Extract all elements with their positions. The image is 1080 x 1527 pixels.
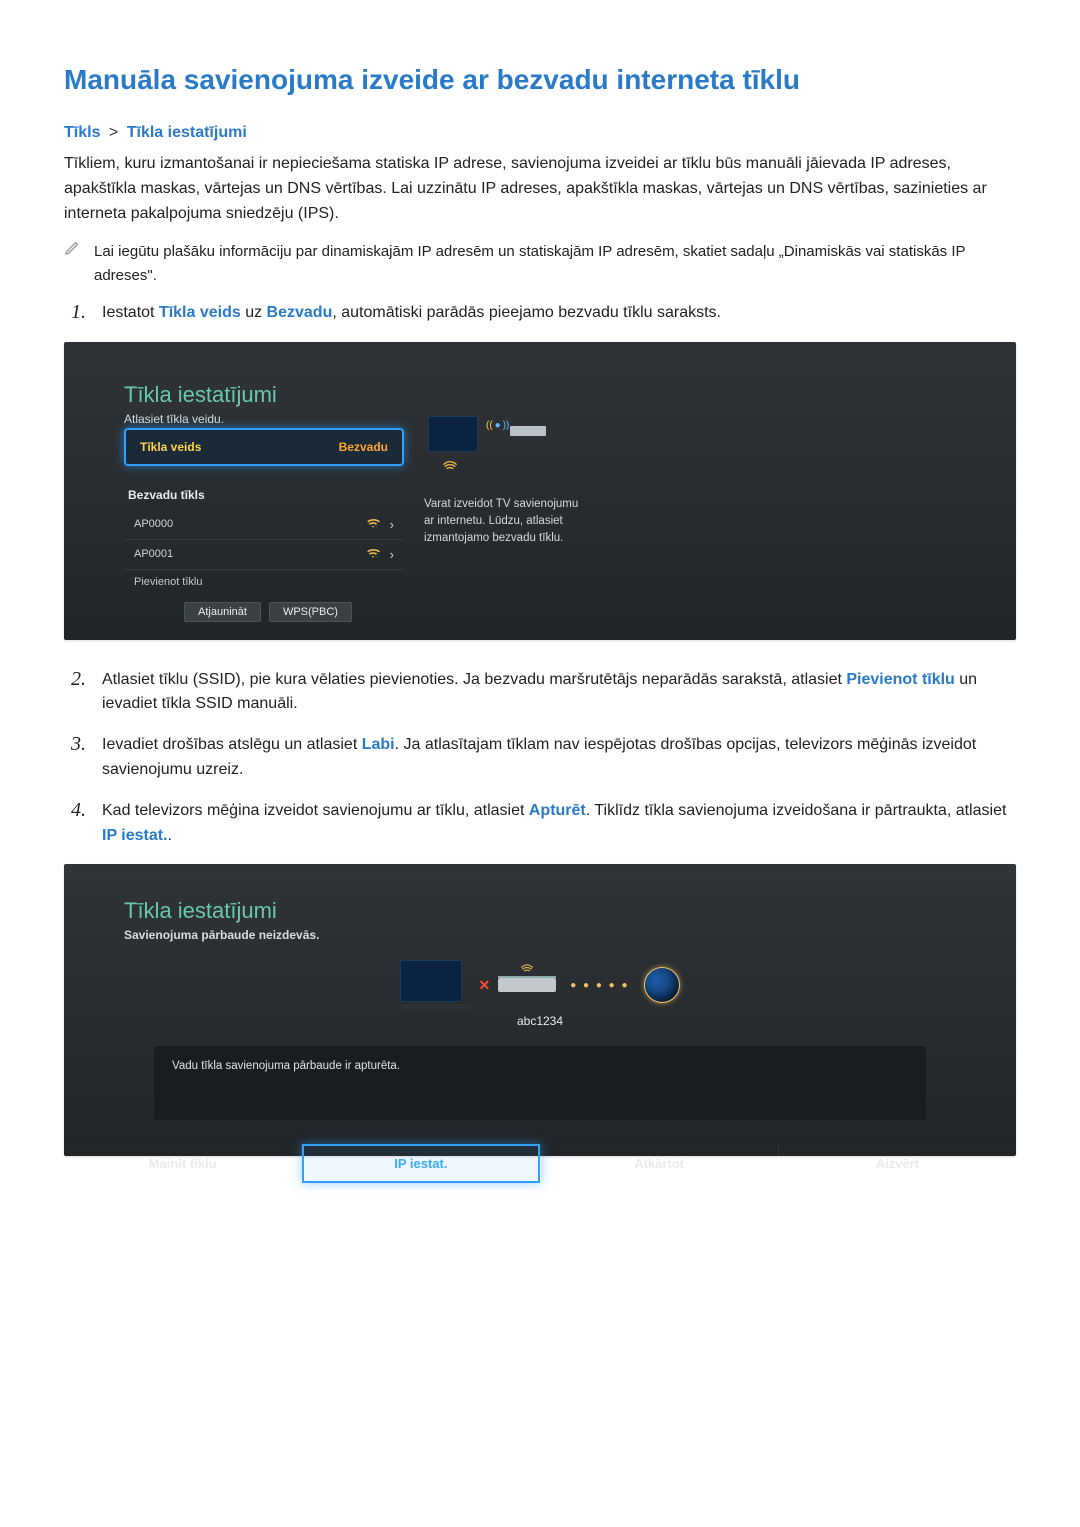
term-apturet: Apturēt xyxy=(529,802,586,819)
wifi-row[interactable]: AP0001 › xyxy=(124,540,404,570)
ip-settings-button[interactable]: IP iestat. xyxy=(302,1144,540,1183)
pencil-icon xyxy=(64,240,80,261)
panel1-title: Tīkla iestatījumi xyxy=(124,382,956,408)
connection-dots-icon: ● ● ● ● ● xyxy=(570,980,629,991)
step-number-3: 3. xyxy=(64,733,86,756)
connection-diagram: ((●)) xyxy=(424,412,604,478)
wifi-lock-icon xyxy=(366,546,380,563)
retry-button[interactable]: Atkārtot xyxy=(541,1144,779,1183)
step-number-1: 1. xyxy=(64,301,86,324)
term-tikla-veids: Tīkla veids xyxy=(159,304,241,321)
x-fail-icon: ✕ xyxy=(478,977,490,994)
close-button[interactable]: Aizvērt xyxy=(779,1144,1016,1183)
wifi-lock-icon xyxy=(366,516,380,533)
breadcrumb-sep: > xyxy=(109,124,118,141)
breadcrumb: Tīkls > Tīkla iestatījumi xyxy=(64,124,1016,142)
term-ip-iestat: IP iestat. xyxy=(102,827,168,844)
change-network-button[interactable]: Mainīt tīklu xyxy=(64,1144,302,1183)
globe-icon xyxy=(644,967,680,1003)
router-icon xyxy=(510,426,546,436)
network-type-field[interactable]: Tīkla veids Bezvadu xyxy=(124,428,404,466)
panel2-title: Tīkla iestatījumi xyxy=(124,898,956,924)
term-pievienot-tiklu: Pievienot tīklu xyxy=(846,671,954,688)
term-bezvadu: Bezvadu xyxy=(267,304,333,321)
add-network-row[interactable]: Pievienot tīklu xyxy=(124,570,404,594)
note-text: Lai iegūtu plašāku informāciju par dinam… xyxy=(94,240,1016,287)
intro-text: Tīkliem, kuru izmantošanai ir nepiecieša… xyxy=(64,152,1016,226)
wifi-row[interactable]: AP0000 › xyxy=(124,510,404,540)
wifi-ssid: AP0000 xyxy=(134,518,173,530)
term-labi: Labi xyxy=(362,736,395,753)
chevron-right-icon: › xyxy=(390,517,394,532)
connection-status-diagram: ✕ ● ● ● ● ● xyxy=(124,960,956,1010)
status-message: Vadu tīkla savienojuma pārbaude ir aptur… xyxy=(154,1046,926,1120)
breadcrumb-a: Tīkls xyxy=(64,124,100,141)
network-type-value: Bezvadu xyxy=(339,440,388,454)
refresh-button[interactable]: Atjaunināt xyxy=(184,602,261,622)
screenshot-connection-failed: Tīkla iestatījumi Savienojuma pārbaude n… xyxy=(64,864,1016,1156)
breadcrumb-b: Tīkla iestatījumi xyxy=(127,124,247,141)
router-icon xyxy=(498,978,556,992)
step-number-4: 4. xyxy=(64,799,86,822)
network-type-label: Tīkla veids xyxy=(140,440,201,454)
radio-waves-icon: ((●)) xyxy=(486,418,509,433)
note: Lai iegūtu plašāku informāciju par dinam… xyxy=(64,240,1016,287)
chevron-right-icon: › xyxy=(390,547,394,562)
wps-button[interactable]: WPS(PBC) xyxy=(269,602,352,622)
panel1-help: ((●)) Varat izveidot TV savienojumu ar i… xyxy=(424,412,604,548)
wifi-ssid: AP0001 xyxy=(134,548,173,560)
ssid-name: abc1234 xyxy=(124,1014,956,1028)
step-text-1: Iestatot Tīkla veids uz Bezvadu, automāt… xyxy=(102,301,721,326)
step-number-2: 2. xyxy=(64,668,86,691)
wifi-emit-icon xyxy=(442,456,458,478)
screenshot-network-select: Tīkla iestatījumi Atlasiet tīkla veidu. … xyxy=(64,342,1016,640)
step-text-4: Kad televizors mēģina izveidot savienoju… xyxy=(102,799,1016,849)
step-text-3: Ievadiet drošības atslēgu un atlasiet La… xyxy=(102,733,1016,783)
panel2-sub: Savienojuma pārbaude neizdevās. xyxy=(124,928,956,942)
wifi-list-head: Bezvadu tīkls xyxy=(128,488,404,502)
tv-icon xyxy=(428,416,478,452)
page-title: Manuāla savienojuma izveide ar bezvadu i… xyxy=(64,64,1016,96)
tv-icon xyxy=(400,960,462,1002)
step-text-2: Atlasiet tīklu (SSID), pie kura vēlaties… xyxy=(102,668,1016,718)
